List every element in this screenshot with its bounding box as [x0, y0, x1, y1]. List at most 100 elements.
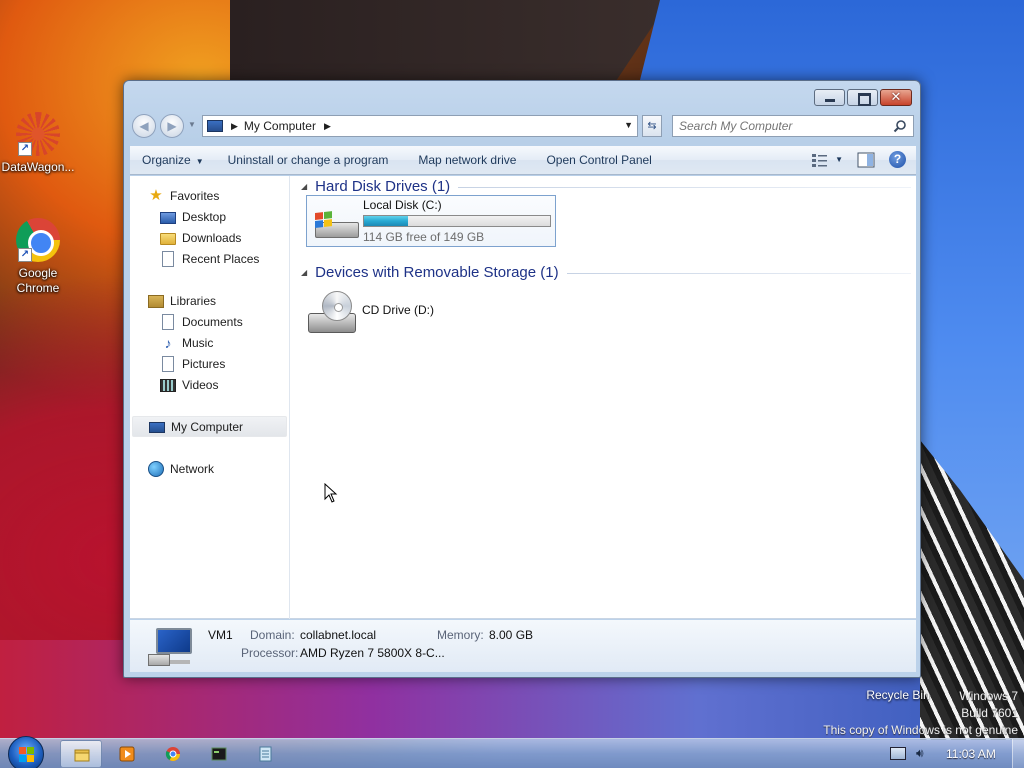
folder-icon [74, 749, 90, 762]
group-header-hard-disk-drives[interactable]: ◢ Hard Disk Drives (1) [301, 176, 911, 196]
taskbar-media-player[interactable] [106, 740, 148, 768]
volume-tray-icon[interactable]: 🔊︎ [916, 747, 930, 760]
chevron-down-icon: ▼ [195, 157, 204, 166]
organize-label: Organize [142, 153, 191, 167]
network-icon [148, 460, 164, 477]
watermark-line: This copy of Windows is not genuine [823, 723, 1018, 737]
group-divider [458, 187, 911, 188]
nav-label: Favorites [170, 188, 220, 203]
memory-value: 8.00 GB [489, 628, 534, 642]
drive-usage-fill [364, 216, 408, 226]
computer-icon [149, 421, 165, 433]
refresh-icon: ⇆ [647, 120, 657, 132]
refresh-button[interactable]: ⇆ [642, 115, 662, 137]
notepad-icon [259, 746, 272, 762]
show-desktop-button[interactable] [1012, 739, 1024, 768]
address-bar[interactable]: ▶ My Computer ▶ ▼ [202, 115, 638, 137]
preview-pane-icon[interactable] [857, 152, 875, 168]
map-network-drive-button[interactable]: Map network drive [398, 153, 526, 167]
nav-documents[interactable]: Documents [160, 311, 243, 332]
drive-usage-bar [363, 215, 551, 227]
processor-value: AMD Ryzen 7 5800X 8-C... [300, 646, 445, 660]
nav-videos[interactable]: Videos [160, 374, 218, 395]
nav-label: My Computer [171, 419, 244, 434]
address-dropdown-icon[interactable]: ▼ [624, 120, 633, 130]
taskbar-windows-explorer[interactable] [60, 740, 102, 768]
open-control-panel-button[interactable]: Open Control Panel [526, 153, 661, 167]
drive-name: Local Disk (C:) [363, 198, 442, 212]
nav-my-computer[interactable]: My Computer [132, 416, 287, 437]
nav-network[interactable]: Network [148, 458, 214, 479]
views-icon [812, 153, 828, 167]
close-icon: ✕ [890, 89, 902, 104]
nav-libraries[interactable]: Libraries [148, 290, 216, 311]
navigation-pane: ★ Favorites Desktop Downloads Recent Pla… [130, 176, 290, 619]
back-button[interactable]: ◀ [132, 114, 156, 138]
nav-label: Desktop [182, 209, 227, 224]
shortcut-arrow-icon: ↗ [18, 142, 32, 156]
taskbar-notepad[interactable] [244, 740, 286, 768]
network-tray-icon[interactable] [890, 747, 906, 760]
domain-value: collabnet.local [300, 628, 377, 642]
details-pane: VM1 Domain: collabnet.local Memory: 8.00… [130, 620, 916, 672]
content-area: ★ Favorites Desktop Downloads Recent Pla… [130, 176, 916, 619]
collapse-triangle-icon[interactable]: ◢ [301, 182, 307, 191]
nav-label: Documents [182, 314, 243, 329]
windows-logo-icon [315, 211, 333, 229]
nav-label: Music [182, 335, 214, 350]
nav-label: Pictures [182, 356, 226, 371]
search-box[interactable] [672, 115, 914, 137]
mouse-cursor-icon [324, 483, 338, 503]
caption-buttons: ✕ [814, 89, 912, 106]
desktop-icon [160, 211, 176, 224]
media-player-icon [119, 746, 135, 762]
collapse-triangle-icon[interactable]: ◢ [301, 268, 307, 277]
star-icon: ★ [149, 186, 163, 204]
breadcrumb-chevron-icon[interactable]: ▶ [324, 121, 331, 132]
nav-pictures[interactable]: Pictures [160, 353, 225, 374]
close-button[interactable]: ✕ [880, 89, 912, 106]
libraries-icon [148, 295, 164, 308]
search-icon[interactable] [893, 119, 907, 133]
command-bar: Organize ▼ Uninstall or change a program … [130, 146, 916, 175]
explorer-window: ✕ ◀ ▶ ▼ ▶ My Computer ▶ ▼ ⇆ Organize ▼ Un… [123, 80, 921, 678]
maximize-button[interactable] [847, 89, 878, 106]
windows-watermark: Windows 7 Build 7601 This copy of Window… [823, 688, 1018, 739]
forward-arrow-icon: ▶ [167, 119, 177, 133]
start-button[interactable] [8, 736, 44, 768]
taskbar-clock[interactable]: 11:03 AM [946, 747, 996, 761]
domain-label: Domain: [250, 628, 295, 642]
desktop-icon-chrome[interactable]: ↗ Google Chrome [0, 218, 76, 296]
windows-logo-icon [19, 747, 35, 762]
nav-desktop[interactable]: Desktop [160, 206, 226, 227]
search-input[interactable] [679, 116, 889, 136]
taskbar-google-chrome[interactable] [152, 740, 194, 768]
change-view-button[interactable]: ▼ [811, 152, 843, 168]
nav-recent-places[interactable]: Recent Places [160, 248, 259, 269]
videos-icon [160, 378, 176, 392]
chrome-icon: ↗ [16, 218, 60, 262]
desktop-icon-datawagon[interactable]: ↗ DataWagon... [0, 112, 76, 175]
organize-button[interactable]: Organize ▼ [130, 153, 214, 167]
breadcrumb-separator-icon[interactable]: ▶ [231, 121, 238, 132]
breadcrumb-my-computer[interactable]: My Computer [244, 119, 316, 133]
taskbar: 🔊︎ 11:03 AM [0, 736, 1024, 768]
group-header-removable-storage[interactable]: ◢ Devices with Removable Storage (1) [301, 262, 911, 282]
minimize-button[interactable] [814, 89, 845, 106]
drive-cd-d[interactable]: CD Drive (D:) [306, 289, 466, 339]
computer-icon [207, 120, 223, 132]
nav-favorites[interactable]: ★ Favorites [148, 185, 219, 206]
forward-button[interactable]: ▶ [160, 114, 184, 138]
group-divider [566, 273, 911, 274]
uninstall-program-button[interactable]: Uninstall or change a program [214, 153, 399, 167]
help-icon[interactable]: ? [889, 151, 906, 168]
nav-label: Videos [182, 377, 219, 392]
shortcut-arrow-icon: ↗ [18, 248, 32, 262]
nav-label: Downloads [182, 230, 242, 245]
recent-pages-dropdown[interactable]: ▼ [188, 120, 196, 129]
nav-downloads[interactable]: Downloads [160, 227, 241, 248]
group-title: Hard Disk Drives (1) [315, 177, 451, 195]
drive-local-disk-c[interactable]: Local Disk (C:) 114 GB free of 149 GB [306, 195, 556, 247]
nav-music[interactable]: ♪ Music [160, 332, 214, 353]
taskbar-command-prompt[interactable] [198, 740, 240, 768]
